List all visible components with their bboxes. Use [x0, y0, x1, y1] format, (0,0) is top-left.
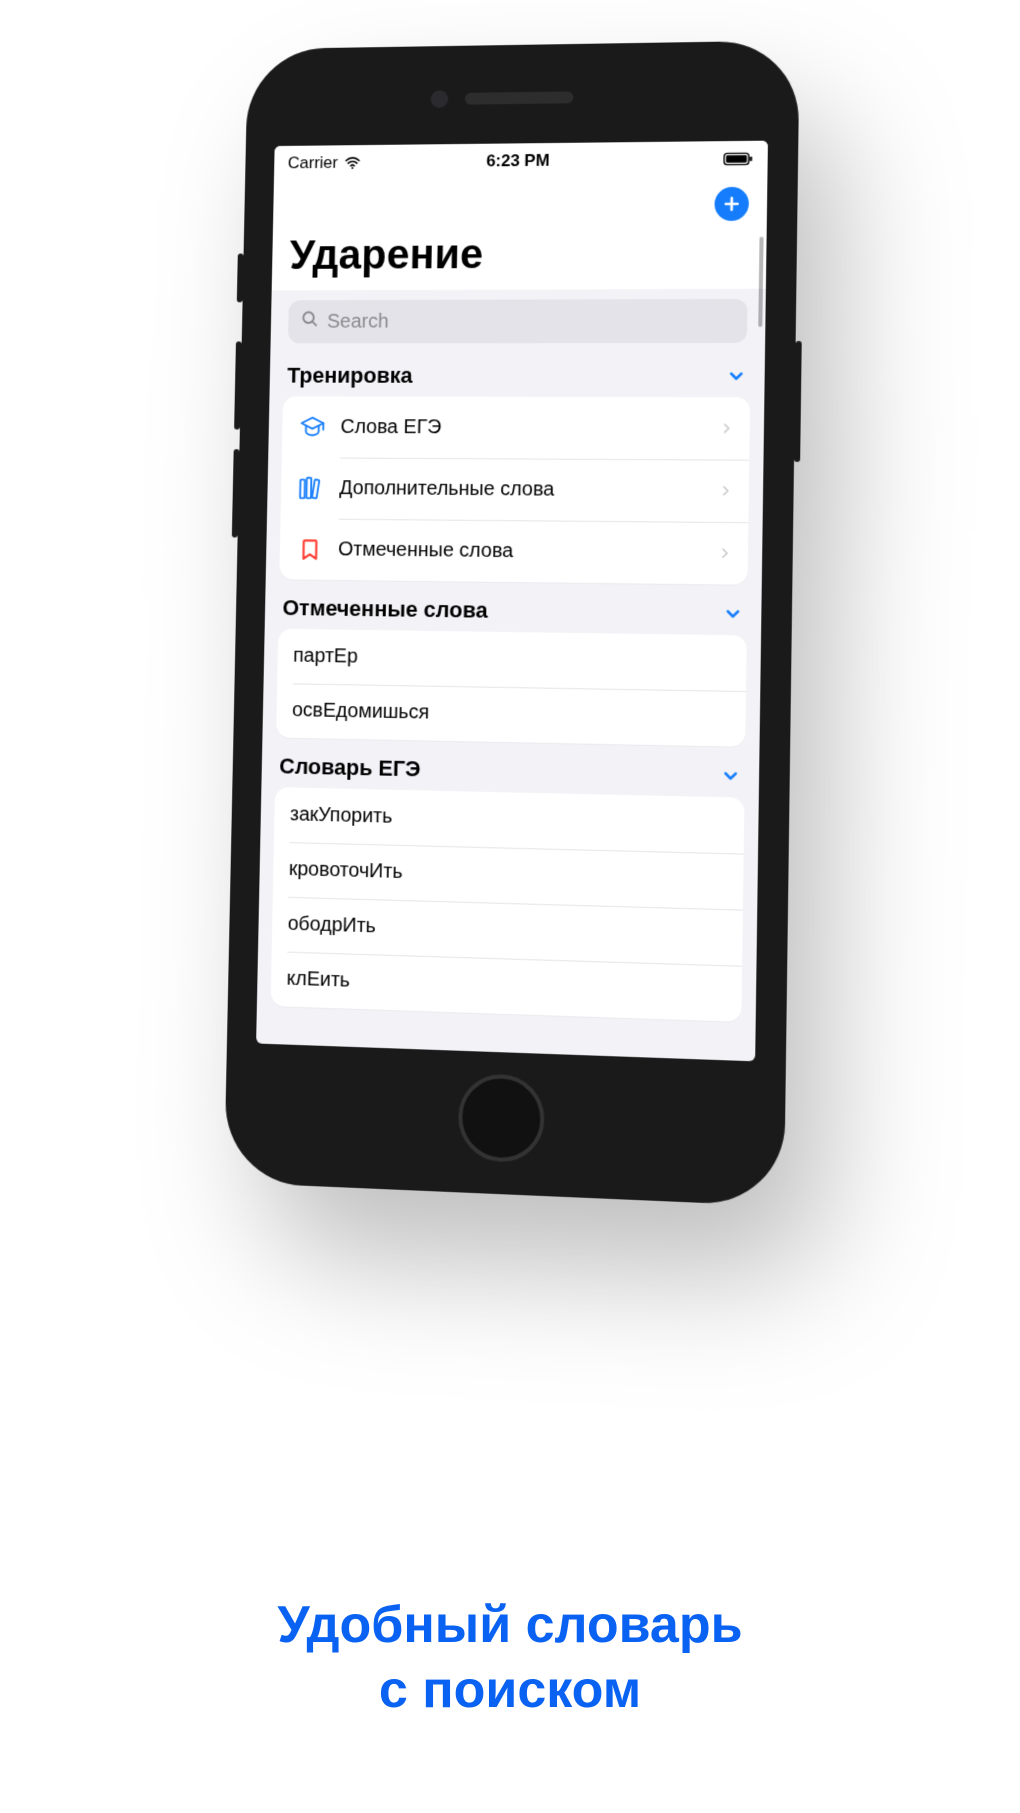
- screen: Carrier 6:23 PM: [256, 141, 768, 1062]
- search-icon: [300, 309, 320, 335]
- word-label: клЕить: [286, 968, 725, 1005]
- chevron-down-icon: [720, 766, 741, 787]
- scroll-indicator[interactable]: [758, 237, 763, 327]
- chevron-right-icon: [719, 421, 733, 435]
- word-item[interactable]: партЕр: [277, 629, 747, 691]
- side-button: [794, 341, 802, 462]
- phone-speaker: [465, 91, 574, 104]
- row-label: Отмеченные слова: [338, 538, 704, 565]
- training-item-marked[interactable]: Отмеченные слова: [279, 518, 748, 585]
- word-label: ободрИть: [288, 913, 727, 949]
- promo-caption: Удобный словарь с поиском: [0, 1593, 1020, 1723]
- section-title: Тренировка: [287, 363, 413, 389]
- word-label: кровоточИть: [289, 858, 728, 893]
- word-item[interactable]: освЕдомишься: [276, 683, 746, 747]
- search-input[interactable]: Search: [288, 299, 748, 343]
- side-button: [234, 341, 242, 429]
- section-header-marked[interactable]: Отмеченные слова: [265, 579, 762, 635]
- home-button[interactable]: [458, 1073, 545, 1163]
- graduation-cap-icon: [298, 412, 328, 442]
- chevron-right-icon: [718, 484, 732, 498]
- phone-camera: [430, 90, 448, 108]
- ege-card: закУпорить кровоточИть ободрИть клЕить: [271, 787, 745, 1022]
- training-item-extra[interactable]: Дополнительные слова: [281, 457, 750, 522]
- training-card: Слова ЕГЭ Дополнительные слова: [279, 396, 750, 584]
- bookmark-icon: [295, 534, 325, 564]
- chevron-down-icon: [723, 604, 744, 624]
- section-title: Словарь ЕГЭ: [279, 753, 421, 782]
- add-button[interactable]: [714, 187, 749, 221]
- books-icon: [296, 473, 326, 503]
- chevron-right-icon: [717, 546, 731, 560]
- word-label: освЕдомишься: [292, 699, 730, 730]
- promo-line-1: Удобный словарь: [0, 1593, 1020, 1658]
- marked-card: партЕр освЕдомишься: [276, 629, 747, 747]
- clock: 6:23 PM: [486, 151, 550, 171]
- side-button: [237, 254, 244, 303]
- carrier-label: Carrier: [288, 153, 339, 173]
- wifi-icon: [344, 154, 362, 172]
- promo-line-2: с поиском: [0, 1658, 1020, 1723]
- status-bar: Carrier 6:23 PM: [274, 141, 768, 181]
- section-title: Отмеченные слова: [282, 595, 488, 623]
- phone-frame: Carrier 6:23 PM: [224, 40, 800, 1206]
- word-label: партЕр: [293, 645, 730, 675]
- section-header-training[interactable]: Тренировка: [269, 343, 765, 397]
- battery-icon: [723, 152, 753, 166]
- page-title: Ударение: [289, 229, 748, 279]
- word-label: закУпорить: [290, 803, 728, 837]
- side-button: [232, 449, 240, 537]
- chevron-down-icon: [726, 366, 747, 386]
- search-placeholder: Search: [327, 310, 389, 333]
- row-label: Дополнительные слова: [339, 477, 704, 502]
- training-item-ege[interactable]: Слова ЕГЭ: [282, 396, 750, 459]
- row-label: Слова ЕГЭ: [340, 416, 705, 440]
